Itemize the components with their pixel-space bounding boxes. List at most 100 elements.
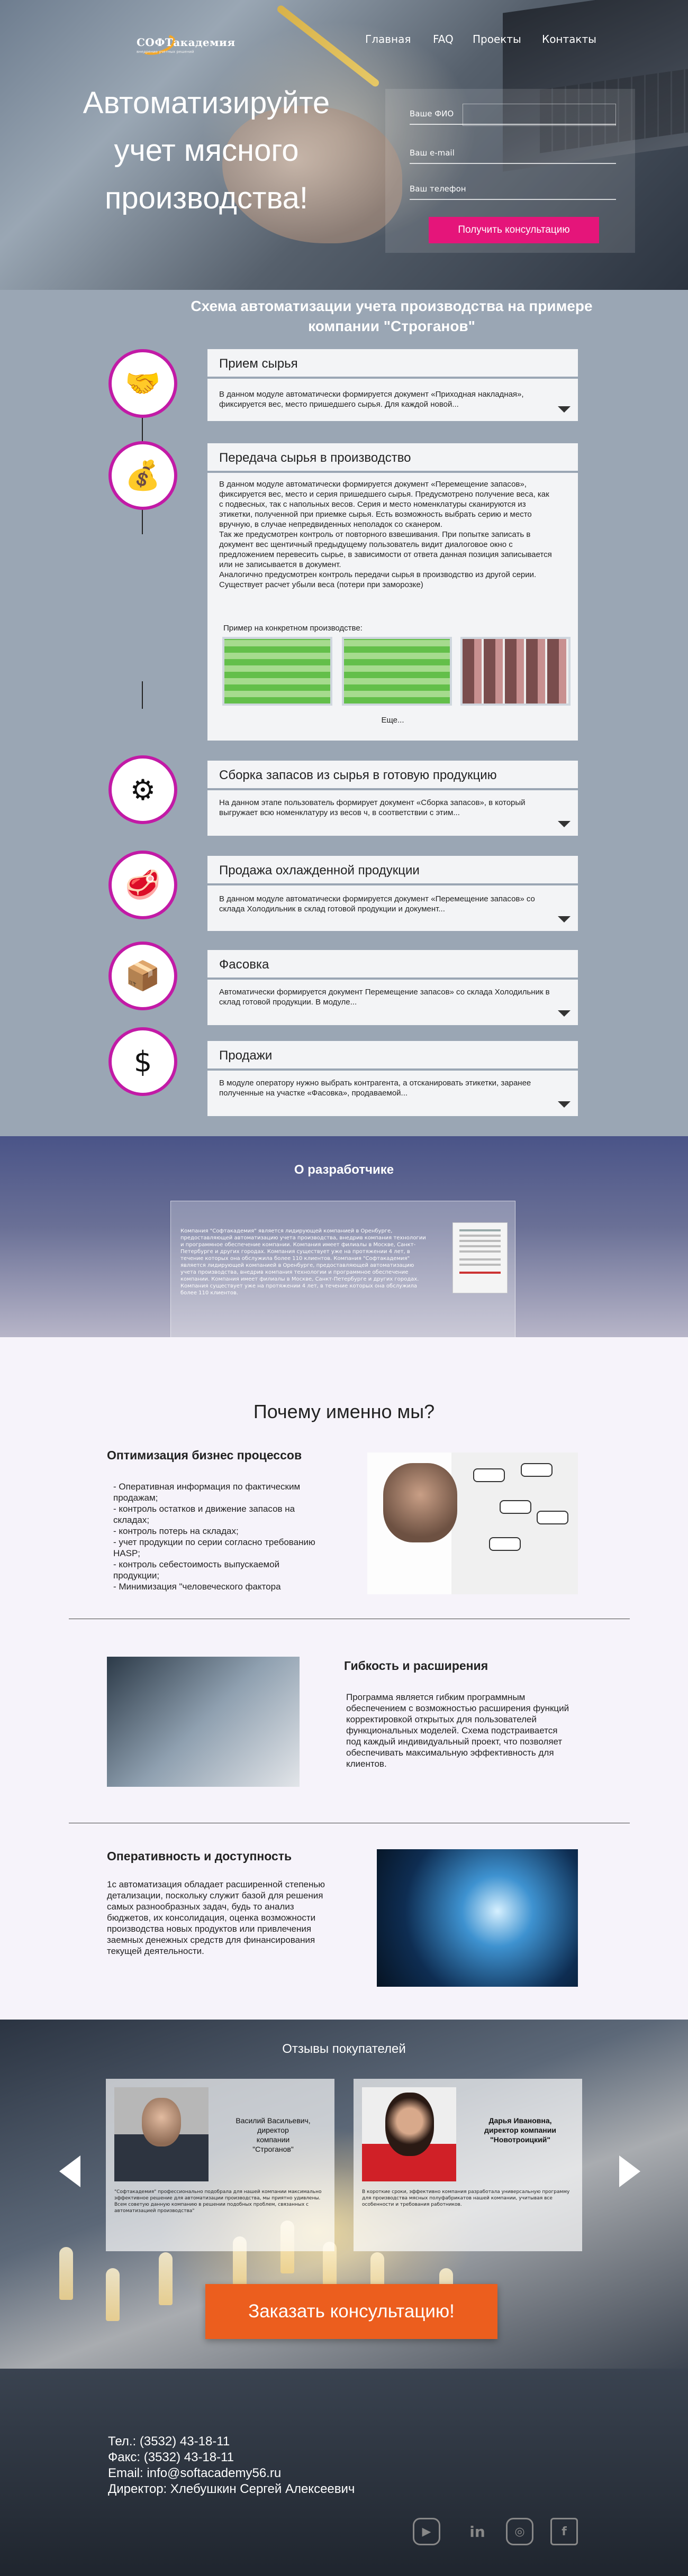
diagram-box (473, 1468, 505, 1482)
connector (142, 681, 143, 709)
reviews-title: Отзывы покупателей (282, 2042, 406, 2056)
benefit-text-1: - Оперативная информация по фактическим … (113, 1482, 315, 1592)
example-label: Пример на конкретном производстве: (223, 624, 363, 633)
logo-text: СОФТакадемия (137, 36, 236, 49)
instagram-icon[interactable]: ◎ (506, 2518, 533, 2545)
nav-projects[interactable]: Проекты (473, 33, 521, 45)
connector (142, 416, 143, 443)
automation-scheme-section: Схема автоматизации учета производства н… (0, 290, 688, 1136)
expand-icon[interactable] (558, 406, 571, 413)
developer-text: Компания "Софтакадемия" является лидирую… (180, 1228, 426, 1296)
step-text: В данном модуле автоматически формируетс… (219, 480, 552, 589)
prev-arrow-icon[interactable] (59, 2155, 80, 2187)
card-divider (207, 377, 578, 379)
footer-phone[interactable]: Тел.: (3532) 43-18-11 (108, 2434, 230, 2449)
benefit-text-3: 1с автоматизация обладает расширенной ст… (107, 1879, 325, 1956)
linkedin-icon[interactable]: in (464, 2518, 491, 2545)
step-card-5[interactable]: Фасовка Автоматически формируется докуме… (207, 950, 578, 1025)
reviews-section: Отзывы покупателей Василий Васильевич, д… (0, 2020, 688, 2369)
nav-home[interactable]: Главная (365, 33, 411, 45)
hero-section: СОФТакадемия внедрение учетных решений Г… (0, 0, 688, 290)
hero-title: Автоматизируйте учет мясного производств… (64, 79, 349, 222)
reviewer-name-1: Василий Васильевич, директор компании "С… (236, 2116, 311, 2153)
expand-icon[interactable] (558, 1101, 571, 1108)
review-text-1: "Софтакадемия" профессионально подобрала… (114, 2189, 322, 2214)
expand-icon[interactable] (558, 916, 571, 922)
reviewer-face (142, 2098, 181, 2146)
reviewer-photo-1 (114, 2087, 209, 2181)
people-figure (106, 2268, 120, 2321)
scheme-title: Схема автоматизации учета производства н… (191, 298, 593, 334)
review-card-1: Василий Васильевич, директор компании "С… (106, 2079, 334, 2251)
dollar-icon: $ (108, 1027, 177, 1096)
step-card-3[interactable]: Сборка запасов из сырья в готовую продук… (207, 761, 578, 836)
certificate-image[interactable] (452, 1222, 508, 1293)
step-card-4[interactable]: Продажа охлажденной продукции В данном м… (207, 856, 578, 931)
step-text: Автоматически формируется документ Перем… (219, 988, 550, 1007)
order-consultation-button[interactable]: Заказать консультацию! (205, 2284, 497, 2339)
step-title: Передача сырья в производство (219, 451, 411, 465)
reviewer-face (385, 2093, 434, 2156)
example-screenshot-2[interactable] (342, 637, 452, 706)
youtube-icon[interactable]: ▶ (413, 2518, 440, 2545)
step-card-2[interactable]: Передача сырья в производство В данном м… (207, 443, 578, 741)
tablet-image (107, 1657, 300, 1787)
card-divider (207, 1068, 578, 1071)
developer-panel: Компания "Софтакадемия" является лидирую… (170, 1201, 515, 1347)
next-arrow-icon[interactable] (619, 2155, 640, 2187)
name-field[interactable]: Ваше ФИО (410, 104, 616, 126)
name-input[interactable] (463, 104, 616, 126)
email-field[interactable]: Ваш e-mail (410, 143, 616, 164)
expand-icon[interactable] (558, 821, 571, 827)
card-divider (207, 978, 578, 980)
hero-title-line-2: учет мясного (114, 133, 299, 168)
step-title: Сборка запасов из сырья в готовую продук… (219, 768, 497, 782)
analytics-image (377, 1849, 578, 1987)
more-link[interactable]: Еще... (207, 715, 578, 725)
footer: Тел.: (3532) 43-18-11 Факс: (3532) 43-18… (0, 2369, 688, 2576)
footer-email[interactable]: Email: info@softacademy56.ru (108, 2466, 281, 2481)
logo[interactable]: СОФТакадемия внедрение учетных решений (137, 30, 235, 59)
step-card-6[interactable]: Продажи В модуле оператору нужно выбрать… (207, 1041, 578, 1116)
page: СОФТакадемия внедрение учетных решений Г… (0, 0, 688, 2576)
card-divider (207, 471, 578, 473)
why-us-section: Почему именно мы? Оптимизация бизнес про… (0, 1337, 688, 2020)
reviewer-name-2: Дарья Ивановна, директор компании "Новот… (484, 2116, 556, 2144)
review-text-2: В короткие сроки, эффективно компания ра… (362, 2189, 570, 2207)
phone-label: Ваш телефон (410, 184, 466, 194)
hero-title-line-3: производства! (105, 181, 308, 215)
review-card-2: Дарья Ивановна, директор компании "Новот… (354, 2079, 582, 2251)
business-process-image (367, 1453, 578, 1594)
diagram-box (489, 1537, 521, 1551)
diagram-box (500, 1500, 531, 1514)
logo-mark: СОФТакадемия внедрение учетных решений (137, 30, 235, 59)
nav-contacts[interactable]: Контакты (542, 33, 596, 45)
diagram-box (537, 1511, 568, 1524)
money-bag-icon: 💰 (108, 441, 177, 510)
footer-fax: Факс: (3532) 43-18-11 (108, 2450, 234, 2464)
handshake-icon: 🤝 (108, 349, 177, 418)
example-screenshot-1[interactable] (222, 637, 332, 706)
why-title: Почему именно мы? (253, 1401, 435, 1422)
step-card-1[interactable]: Прием сырья В данном модуле автоматическ… (207, 349, 578, 421)
benefit-title-2: Гибкость и расширения (344, 1659, 488, 1673)
step-title: Продажа охлажденной продукции (219, 863, 420, 878)
person-photo (383, 1463, 457, 1542)
people-figure (159, 2252, 173, 2305)
step-text: В модуле оператору нужно выбрать контраг… (219, 1079, 531, 1098)
step-title: Продажи (219, 1048, 273, 1063)
facebook-icon[interactable]: f (550, 2518, 578, 2545)
conveyor-icon: ⚙ (108, 755, 177, 824)
name-label: Ваше ФИО (410, 109, 454, 118)
step-title: Фасовка (219, 957, 269, 972)
card-divider (207, 883, 578, 885)
hero-title-line-1: Автоматизируйте (83, 86, 330, 120)
step-text: В данном модуле автоматически формируетс… (219, 390, 524, 409)
benefit-text-2: Программа является гибким программным об… (346, 1692, 569, 1769)
benefit-title-3: Оперативность и доступность (107, 1849, 292, 1863)
phone-field[interactable]: Ваш телефон (410, 179, 616, 200)
example-photo-meat[interactable] (460, 637, 571, 706)
expand-icon[interactable] (558, 1010, 571, 1017)
nav-faq[interactable]: FAQ (433, 33, 454, 45)
get-consultation-button[interactable]: Получить консультацию (429, 217, 599, 243)
